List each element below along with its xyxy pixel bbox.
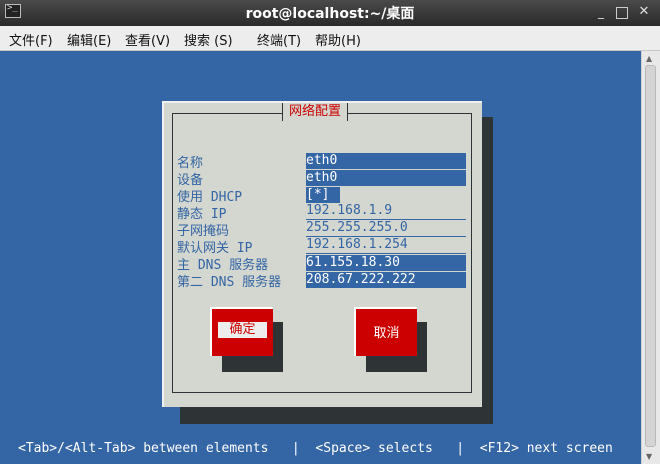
status-bar: <Tab>/<Alt-Tab> between elements | <Spac… <box>18 441 613 456</box>
cancel-button[interactable]: 取消 <box>354 307 417 356</box>
terminal-window: root@localhost:~/桌面 _ ✕ 文件(F) 编辑(E) 查看(V… <box>0 0 660 464</box>
static-ip-field[interactable]: 192.168.1.9 <box>306 203 466 220</box>
menu-edit[interactable]: 编辑(E) <box>67 30 111 49</box>
menu-view[interactable]: 查看(V) <box>125 30 170 49</box>
ok-button[interactable]: 确定 <box>210 307 273 356</box>
name-field[interactable]: eth0 <box>306 153 466 169</box>
device-field[interactable]: eth0 <box>306 170 466 186</box>
menu-terminal[interactable]: 终端(T) <box>257 30 301 49</box>
scrollbar[interactable]: ▲ ▼ <box>641 51 660 464</box>
minimize-icon[interactable]: _ <box>594 5 608 19</box>
maximize-icon[interactable] <box>616 7 628 19</box>
secondary-dns-field[interactable]: 208.67.222.222 <box>306 272 466 288</box>
menu-bar: 文件(F) 编辑(E) 查看(V) 搜索 (S) 终端(T) 帮助(H) <box>0 26 660 51</box>
window-title: root@localhost:~/桌面 <box>245 6 415 22</box>
menu-file[interactable]: 文件(F) <box>9 30 53 49</box>
netmask-field[interactable]: 255.255.255.0 <box>306 220 466 237</box>
gateway-field[interactable]: 192.168.1.254 <box>306 237 466 254</box>
scroll-up-icon[interactable]: ▲ <box>646 54 652 63</box>
dialog-title: 网络配置 <box>282 103 349 121</box>
primary-dns-field[interactable]: 61.155.18.30 <box>306 255 466 271</box>
title-bar: root@localhost:~/桌面 _ ✕ <box>0 0 660 26</box>
close-icon[interactable]: ✕ <box>637 5 651 19</box>
menu-help[interactable]: 帮助(H) <box>315 30 361 49</box>
scroll-thumb[interactable] <box>645 65 656 447</box>
label-secondary-dns: 第二 DNS 服务器 <box>177 275 282 290</box>
ok-button-label: 确定 <box>218 322 267 338</box>
menu-search[interactable]: 搜索 (S) <box>184 30 233 49</box>
cancel-button-label: 取消 <box>373 326 400 341</box>
dhcp-checkbox[interactable]: [*] <box>306 187 340 203</box>
scroll-down-icon[interactable]: ▼ <box>646 452 652 461</box>
